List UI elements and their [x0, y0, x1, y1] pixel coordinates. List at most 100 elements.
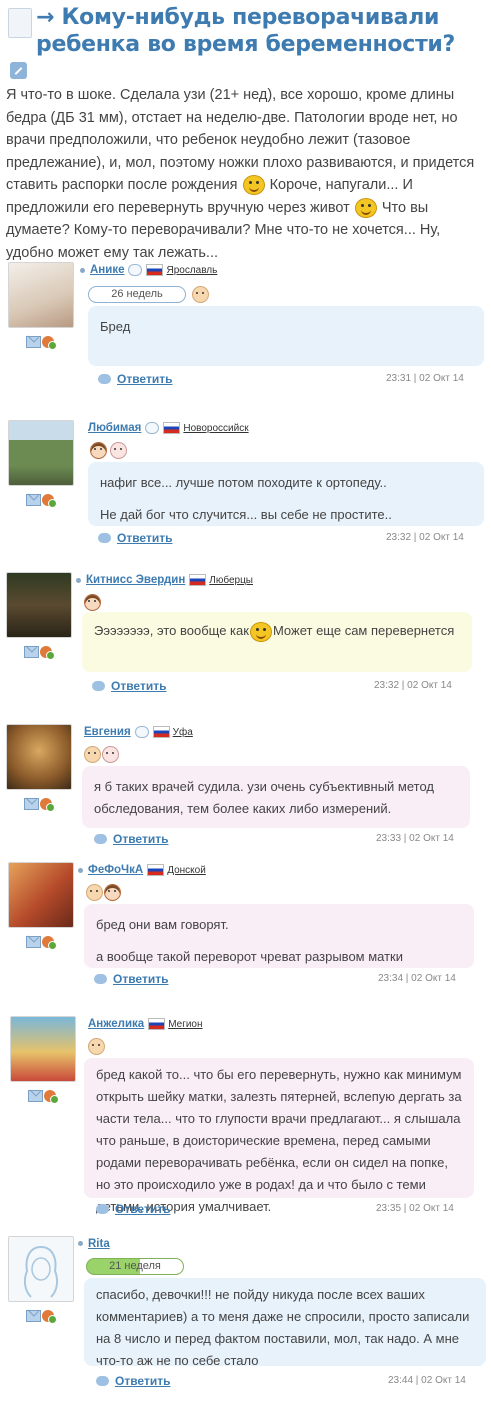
pregnancy-week-badge: 26 недель	[88, 286, 186, 303]
author-city[interactable]: Новороссийск	[183, 423, 248, 434]
reply-button[interactable]: Ответить	[98, 531, 172, 545]
baby-icon	[102, 746, 119, 763]
boy-icon	[88, 1038, 105, 1055]
reply-label[interactable]: Ответить	[111, 679, 166, 693]
reply-label[interactable]: Ответить	[117, 372, 172, 386]
author-name[interactable]: Любимая	[88, 422, 141, 434]
avatar[interactable]	[8, 262, 74, 328]
comment-text: я б таких врачей судила. узи очень субъе…	[94, 779, 435, 816]
edit-icon[interactable]	[10, 61, 27, 79]
author-name[interactable]: ФеФоЧкА	[88, 864, 143, 876]
author-name[interactable]: Китнисс Эвердин	[86, 574, 185, 586]
mail-icon[interactable]	[26, 336, 41, 348]
user-actions	[26, 336, 60, 350]
comment: Анике Ярославль 26 недель Бред Ответить 2…	[8, 262, 486, 392]
author-name[interactable]: Анике	[90, 264, 124, 276]
author-city[interactable]: Уфа	[173, 727, 193, 738]
reply-icon	[96, 1375, 109, 1386]
mail-icon[interactable]	[26, 936, 41, 948]
flag-icon	[147, 864, 165, 876]
reply-button[interactable]: Ответить	[96, 1202, 170, 1216]
reply-icon	[92, 680, 105, 691]
topic-body: Я что-то в шоке. Сделала узи (21+ нед), …	[6, 84, 482, 264]
author-row: Rita	[78, 1238, 110, 1252]
reply-icon	[98, 532, 111, 543]
comment: ФеФоЧкА Донской бред они вам говорят. а в…	[8, 862, 486, 987]
flag-icon	[152, 726, 170, 738]
message-icon[interactable]	[134, 726, 149, 738]
avatar[interactable]	[6, 724, 72, 790]
reply-button[interactable]: Ответить	[96, 1374, 170, 1388]
flag-icon	[163, 422, 181, 434]
add-friend-icon[interactable]	[40, 798, 55, 812]
title-text: → Кому-нибудь переворачивали ребенка во …	[36, 5, 455, 57]
mail-icon[interactable]	[24, 798, 39, 810]
reply-label[interactable]: Ответить	[115, 1374, 170, 1388]
author-city[interactable]: Люберцы	[209, 575, 253, 586]
reply-label[interactable]: Ответить	[117, 531, 172, 545]
girl-icon	[84, 594, 101, 611]
author-city[interactable]: Ярославль	[166, 265, 217, 276]
add-friend-icon[interactable]	[40, 646, 55, 660]
comment: Китнисс Эвердин Люберцы Ээээээээ, это воо…	[6, 572, 484, 697]
reply-label[interactable]: Ответить	[115, 1202, 170, 1216]
reply-button[interactable]: Ответить	[94, 972, 168, 986]
timestamp: 23:32 | 02 Окт 14	[374, 680, 452, 691]
add-friend-icon[interactable]	[42, 1310, 57, 1324]
comment: Евгения Уфа я б таких врачей судила. узи …	[6, 724, 484, 849]
pregnancy-week-badge: 21 неделя	[86, 1258, 184, 1275]
comment-bubble: бред какой то... что бы его перевернуть,…	[84, 1058, 474, 1214]
mail-icon[interactable]	[24, 646, 39, 658]
reply-icon	[98, 373, 111, 384]
author-row: Евгения Уфа	[84, 726, 193, 740]
avatar[interactable]	[8, 862, 74, 928]
reply-label[interactable]: Ответить	[113, 972, 168, 986]
add-friend-icon[interactable]	[42, 936, 57, 950]
message-icon[interactable]	[128, 264, 143, 276]
mail-icon[interactable]	[26, 494, 41, 506]
smiley-icon	[354, 197, 377, 218]
avatar[interactable]	[6, 572, 72, 638]
author-name[interactable]: Евгения	[84, 726, 131, 738]
comment-text: а вообще такой переворот чреват разрывом…	[96, 949, 404, 964]
author-city[interactable]: Мегион	[168, 1019, 202, 1030]
avatar[interactable]	[8, 1236, 74, 1302]
message-icon[interactable]	[145, 422, 160, 434]
add-friend-icon[interactable]	[42, 336, 57, 350]
reply-button[interactable]: Ответить	[98, 372, 172, 386]
user-actions	[28, 1090, 62, 1104]
avatar[interactable]	[10, 1016, 76, 1082]
comment-bubble: Бред	[88, 306, 484, 366]
reply-label[interactable]: Ответить	[113, 832, 168, 846]
user-actions	[24, 646, 58, 660]
default-avatar-icon	[23, 1246, 59, 1298]
flag-icon	[189, 574, 207, 586]
comment-bubble: бред они вам говорят. а вообще такой пер…	[84, 904, 474, 968]
user-actions	[26, 494, 60, 508]
comment-bubble: спасибо, девочки!!! не пойду никуда посл…	[84, 1278, 486, 1368]
comment-text: Ээээээээ, это вообще как	[94, 623, 249, 638]
comment-text: Бред	[100, 319, 131, 334]
add-friend-icon[interactable]	[44, 1090, 59, 1104]
reply-icon	[94, 833, 107, 844]
comment-text: Не дай бог что случится... вы себе не пр…	[100, 507, 392, 522]
reply-button[interactable]: Ответить	[94, 832, 168, 846]
smiley-icon	[249, 621, 272, 642]
mail-icon[interactable]	[26, 1310, 41, 1322]
boy-icon	[86, 884, 103, 901]
comment-bubble: я б таких врачей судила. узи очень субъе…	[82, 766, 470, 828]
reply-button[interactable]: Ответить	[92, 679, 166, 693]
avatar[interactable]	[8, 420, 74, 486]
author-name[interactable]: Анжелика	[88, 1018, 144, 1030]
page-title: → Кому-нибудь переворачивали ребенка во …	[6, 4, 484, 85]
author-name[interactable]: Rita	[88, 1238, 110, 1250]
mail-icon[interactable]	[28, 1090, 43, 1102]
author-city[interactable]: Донской	[167, 865, 206, 876]
flag-icon	[148, 1018, 166, 1030]
author-row: Любимая Новороссийск	[88, 422, 249, 436]
author-row: Китнисс Эвердин Люберцы	[76, 574, 253, 588]
baby-icon	[110, 442, 127, 459]
comment-text: бред какой то... что бы его перевернуть,…	[96, 1067, 462, 1214]
add-friend-icon[interactable]	[42, 494, 57, 508]
reply-icon	[96, 1203, 109, 1214]
